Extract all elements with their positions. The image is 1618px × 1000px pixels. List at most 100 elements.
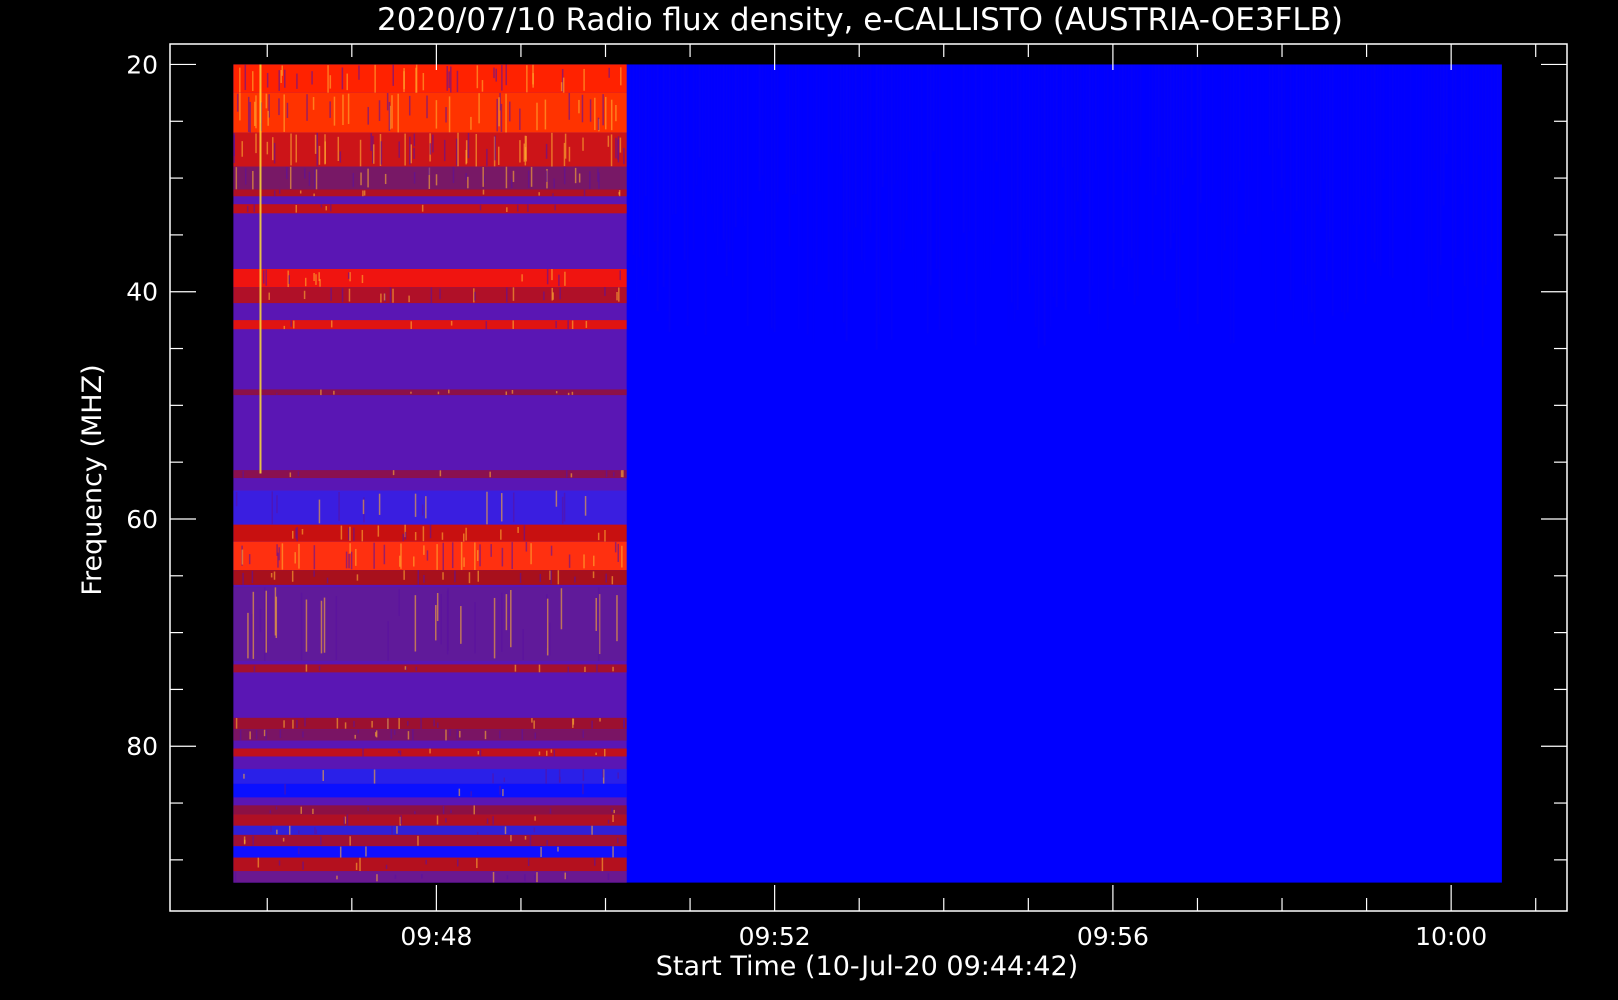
band-noise	[505, 594, 508, 631]
band-noise	[295, 205, 298, 213]
band-noise	[410, 144, 412, 164]
band-noise	[550, 749, 553, 753]
noise-streak	[1130, 64, 1133, 259]
band-noise	[266, 72, 269, 88]
noise-streak	[962, 64, 965, 233]
band-noise	[386, 93, 389, 111]
band-noise	[372, 144, 375, 164]
band-noise	[399, 750, 402, 756]
band-noise	[479, 749, 482, 756]
noise-streak	[660, 64, 662, 251]
noise-streak	[825, 64, 827, 303]
frequency-band	[233, 92, 627, 133]
noise-streak	[1019, 64, 1022, 264]
noise-streak	[744, 64, 746, 226]
noise-streak	[701, 64, 704, 217]
band-noise	[467, 132, 470, 159]
band-noise	[557, 570, 560, 585]
noise-streak	[788, 64, 791, 247]
band-noise	[421, 204, 424, 212]
band-noise	[320, 389, 322, 396]
noise-streak	[929, 64, 932, 286]
band-noise	[389, 287, 392, 303]
noise-streak	[830, 64, 833, 153]
noise-streak	[1118, 64, 1121, 150]
noise-streak	[1082, 64, 1085, 185]
band-noise	[374, 64, 376, 93]
band-noise	[407, 721, 409, 726]
y-tick-label: 80	[126, 732, 158, 761]
noise-streak	[1059, 64, 1061, 195]
band-noise	[275, 806, 278, 810]
band-noise	[543, 291, 545, 301]
noise-streak	[810, 64, 812, 330]
band-noise	[286, 166, 288, 179]
band-noise	[540, 846, 542, 857]
band-noise	[445, 107, 447, 123]
noise-streak	[1419, 64, 1421, 187]
noise-streak	[1368, 64, 1370, 198]
noise-streak	[837, 64, 839, 287]
noise-streak	[1451, 64, 1454, 331]
band-noise	[311, 71, 313, 85]
band-noise	[563, 166, 566, 185]
noise-streak	[869, 64, 872, 233]
noise-streak	[1229, 64, 1232, 344]
noise-streak	[1103, 64, 1106, 151]
noise-streak	[995, 64, 998, 162]
noise-streak	[890, 64, 893, 340]
noise-streak	[950, 64, 953, 340]
band-noise	[550, 545, 553, 556]
noise-streak	[1238, 64, 1241, 182]
band-noise	[242, 572, 244, 585]
frequency-band	[233, 805, 627, 815]
band-noise	[620, 67, 622, 86]
band-noise	[529, 835, 532, 847]
band-noise	[450, 66, 452, 93]
noise-streak	[1067, 64, 1070, 292]
band-noise	[306, 94, 308, 121]
band-noise	[493, 597, 496, 659]
noise-streak	[641, 64, 644, 277]
band-noise	[494, 135, 496, 161]
band-noise	[549, 622, 551, 656]
band-noise	[283, 720, 285, 728]
band-noise	[244, 64, 247, 91]
band-noise	[410, 321, 412, 329]
noise-streak	[1394, 64, 1397, 218]
band-noise	[616, 595, 618, 642]
frequency-band	[233, 825, 627, 835]
band-noise	[295, 134, 298, 163]
band-noise	[276, 495, 278, 514]
band-noise	[440, 593, 443, 645]
noise-streak	[791, 64, 794, 195]
band-noise	[284, 783, 286, 795]
noise-streak	[1307, 64, 1310, 324]
band-noise	[403, 570, 405, 580]
noise-streak	[1424, 64, 1427, 265]
band-noise	[324, 141, 326, 164]
band-noise	[437, 722, 439, 728]
band-noise	[315, 829, 318, 834]
band-noise	[421, 873, 423, 879]
band-noise	[347, 93, 350, 124]
noise-streak	[764, 64, 767, 268]
band-noise	[376, 874, 378, 882]
band-noise	[346, 814, 349, 826]
noise-streak	[852, 64, 854, 295]
band-noise	[341, 67, 344, 90]
noise-streak	[1163, 64, 1166, 282]
band-noise	[506, 875, 509, 880]
noise-streak	[1226, 64, 1229, 226]
band-noise	[385, 864, 388, 869]
noise-streak	[1037, 64, 1040, 349]
band-noise	[371, 720, 373, 728]
frequency-band	[233, 729, 627, 741]
noise-streak	[1335, 64, 1337, 193]
band-noise	[522, 628, 524, 660]
noise-streak	[717, 64, 719, 255]
noise-streak	[1379, 64, 1382, 277]
noise-streak	[1430, 64, 1433, 324]
noise-streak	[1116, 64, 1118, 170]
spectrogram-chart: 2020/07/10 Radio flux density, e-CALLIST…	[0, 0, 1618, 1000]
